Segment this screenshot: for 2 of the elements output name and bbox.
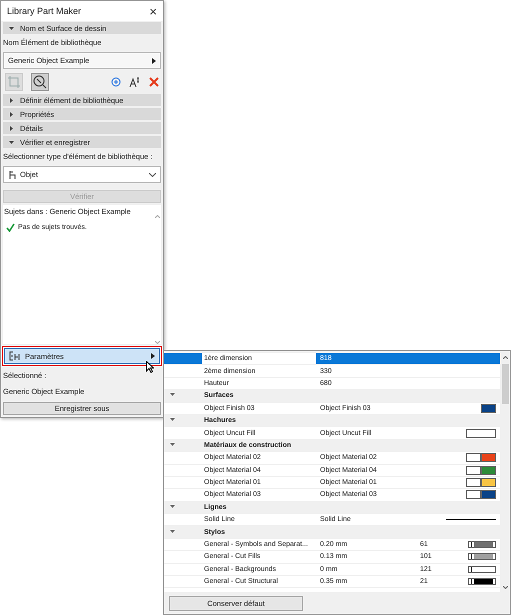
- window-title: Library Part Maker: [7, 6, 82, 16]
- close-button[interactable]: ×: [147, 4, 159, 18]
